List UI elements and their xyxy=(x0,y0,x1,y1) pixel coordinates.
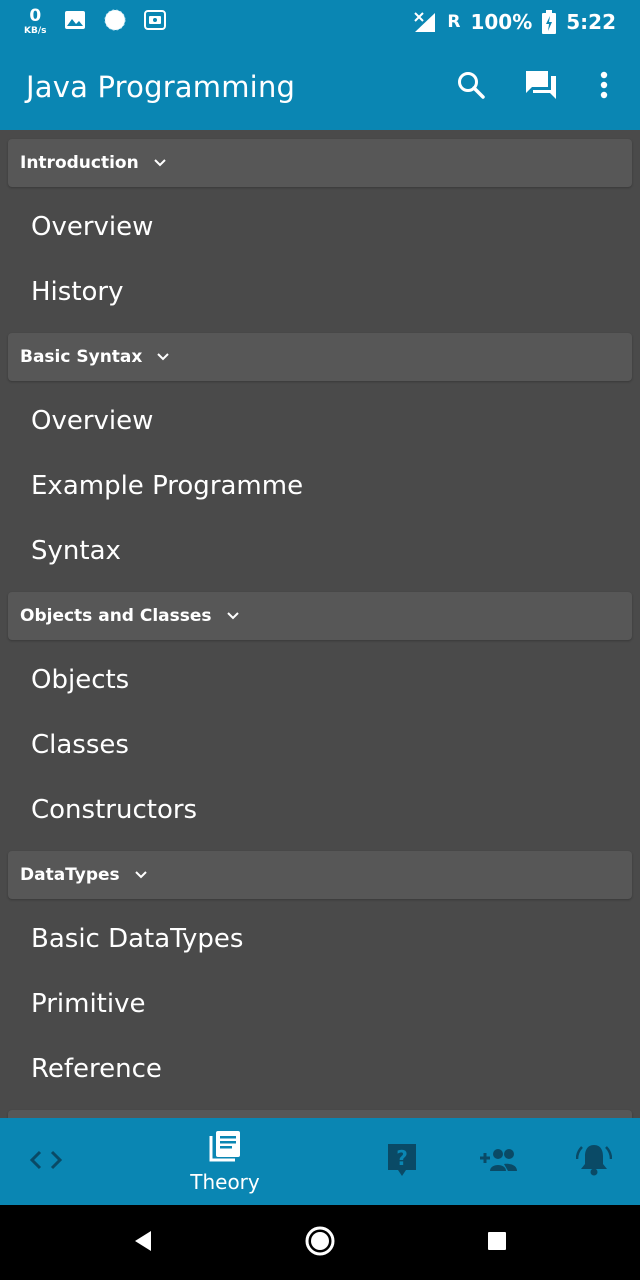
battery-icon xyxy=(542,10,557,34)
home-button[interactable] xyxy=(294,1205,346,1280)
section-title: Basic Syntax xyxy=(20,347,143,367)
image-icon xyxy=(64,10,86,34)
globe-icon xyxy=(104,9,126,35)
nav-questions-button[interactable]: ? xyxy=(372,1118,432,1205)
roaming-indicator: R xyxy=(447,12,461,32)
list-item[interactable]: Syntax xyxy=(31,531,121,571)
more-options-button[interactable] xyxy=(576,57,632,117)
list-item[interactable]: Basic DataTypes xyxy=(31,919,243,959)
back-triangle-icon xyxy=(133,1230,153,1256)
chevron-down-icon xyxy=(153,158,167,168)
network-speed: 0 KB/s xyxy=(24,8,46,36)
system-navigation-bar xyxy=(0,1205,640,1280)
more-vert-icon xyxy=(600,71,608,103)
speed-unit: KB/s xyxy=(24,26,47,36)
nav-community-button[interactable] xyxy=(466,1118,530,1205)
battery-percent: 100% xyxy=(470,10,533,34)
svg-text:?: ? xyxy=(396,1146,408,1170)
search-icon xyxy=(456,70,486,104)
app-title: Java Programming xyxy=(26,70,296,104)
recents-button[interactable] xyxy=(472,1205,522,1280)
signal-icon xyxy=(413,11,437,33)
list-item[interactable]: Reference xyxy=(31,1049,162,1089)
list-item[interactable]: Example Programme xyxy=(31,466,303,506)
nav-notifications-button[interactable] xyxy=(564,1118,624,1205)
recents-square-icon xyxy=(487,1231,507,1255)
home-circle-icon xyxy=(304,1225,336,1261)
help-icon: ? xyxy=(386,1142,418,1182)
section-title: DataTypes xyxy=(20,865,120,885)
article-icon xyxy=(208,1130,242,1166)
vpn-icon xyxy=(144,9,167,35)
nav-theory-button[interactable]: Theory xyxy=(180,1118,270,1205)
list-item[interactable]: Constructors xyxy=(31,790,197,830)
notification-icon xyxy=(575,1143,613,1181)
section-header-next[interactable] xyxy=(8,1110,632,1118)
section-header-datatypes[interactable]: DataTypes xyxy=(8,851,632,899)
nav-code-button[interactable] xyxy=(16,1118,76,1205)
search-button[interactable] xyxy=(436,57,506,117)
section-header-objects-and-classes[interactable]: Objects and Classes xyxy=(8,592,632,640)
group-add-icon xyxy=(478,1147,518,1177)
forum-button[interactable] xyxy=(506,57,576,117)
list-item[interactable]: Primitive xyxy=(31,984,146,1024)
bottom-navigation: Theory ? xyxy=(0,1118,640,1205)
clock: 5:22 xyxy=(566,10,616,34)
back-button[interactable] xyxy=(118,1205,168,1280)
nav-theory-label: Theory xyxy=(190,1169,260,1194)
section-header-basic-syntax[interactable]: Basic Syntax xyxy=(8,333,632,381)
list-item[interactable]: Overview xyxy=(31,401,153,441)
list-item[interactable]: Overview xyxy=(31,207,153,247)
forum-icon xyxy=(524,69,558,105)
code-icon xyxy=(29,1149,63,1175)
status-bar: 0 KB/s R 100% 5:22 xyxy=(0,0,640,44)
section-title: Objects and Classes xyxy=(20,606,212,626)
app-bar: Java Programming xyxy=(0,44,640,130)
chevron-down-icon xyxy=(134,870,148,880)
list-item[interactable]: Objects xyxy=(31,660,129,700)
list-item[interactable]: Classes xyxy=(31,725,129,765)
chevron-down-icon xyxy=(156,352,170,362)
list-item[interactable]: History xyxy=(31,272,124,312)
section-title: Introduction xyxy=(20,153,139,173)
theory-list: Introduction Overview History Basic Synt… xyxy=(0,130,640,1118)
speed-value: 0 xyxy=(29,6,42,26)
chevron-down-icon xyxy=(226,611,240,621)
section-header-introduction[interactable]: Introduction xyxy=(8,139,632,187)
